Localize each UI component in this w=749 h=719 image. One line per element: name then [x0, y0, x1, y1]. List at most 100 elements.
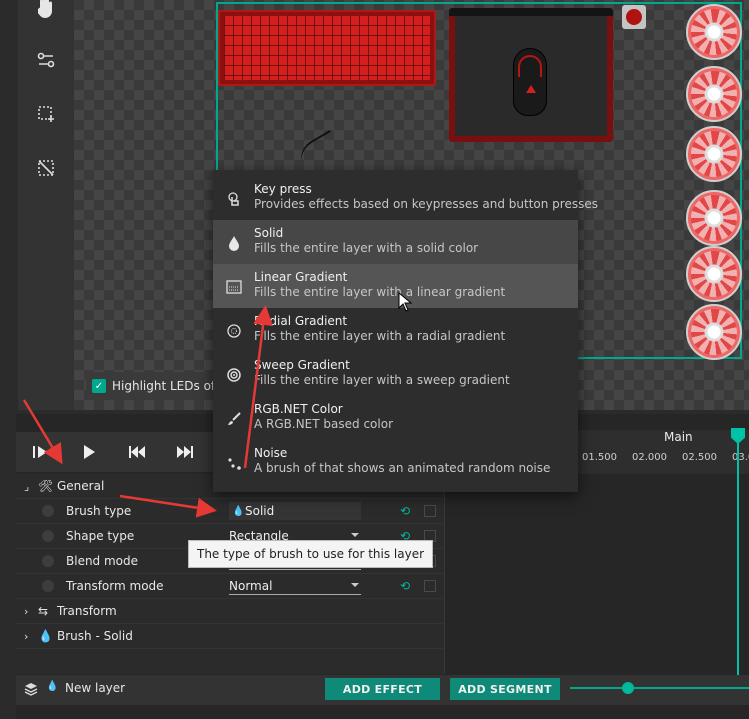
tools-icon: 🛠: [38, 479, 54, 493]
menu-item-title: Key press: [254, 182, 312, 196]
menu-item-description: Fills the entire layer with a linear gra…: [254, 285, 506, 299]
brush-type-menu: Key press Provides effects based on keyp…: [213, 170, 598, 492]
skip-to-start-icon[interactable]: [126, 442, 148, 462]
group-label: Brush - Solid: [57, 629, 133, 643]
reset-icon[interactable]: ⟲: [400, 504, 410, 518]
transform-mode-select[interactable]: Normal: [229, 577, 361, 595]
keyframe-track-area[interactable]: [444, 474, 749, 674]
brush-icon: [225, 410, 243, 428]
keyframe-toggle-icon[interactable]: [42, 580, 54, 592]
transform-mode-value: Normal: [229, 578, 273, 593]
menu-item-description: Fills the entire layer with a radial gra…: [254, 329, 506, 343]
menu-item-solid[interactable]: Solid Fills the entire layer with a soli…: [213, 220, 578, 264]
menu-item-title: RGB.NET Color: [254, 402, 343, 416]
property-row-brush-type: Brush type 💧 Solid ⟲: [16, 499, 444, 524]
reset-icon[interactable]: ⟲: [400, 579, 410, 593]
highlight-leds-checkbox[interactable]: ✓ Highlight LEDs of s: [86, 372, 232, 400]
droplet-icon: 💧: [46, 681, 59, 692]
transform-group-row[interactable]: › ⇆ Transform: [16, 599, 444, 624]
menu-item-sweep-gradient[interactable]: Sweep Gradient Fills the entire layer wi…: [213, 352, 578, 396]
menu-item-noise[interactable]: Noise A brush of that shows an animated …: [213, 440, 578, 484]
menu-item-title: Linear Gradient: [254, 270, 348, 284]
zoom-slider-thumb[interactable]: [622, 682, 634, 694]
corsair-logo-icon: [622, 5, 646, 29]
sweep-gradient-icon: [225, 366, 243, 384]
segment-label: Main: [664, 430, 693, 444]
group-label: General: [57, 479, 105, 493]
menu-item-title: Solid: [254, 226, 284, 240]
fan-device[interactable]: [686, 126, 742, 182]
mouse-cursor-icon: [398, 291, 413, 312]
group-label: Transform: [57, 604, 117, 618]
menu-item-description: Provides effects based on keypresses and…: [254, 197, 598, 211]
property-row-transform-mode: Transform mode Normal ⟲: [16, 574, 444, 599]
fan-device[interactable]: [686, 4, 742, 60]
brush-type-select[interactable]: 💧 Solid: [229, 502, 361, 520]
dropdown-arrow-icon: [351, 533, 359, 537]
deselect-rectangle-icon[interactable]: [32, 154, 60, 182]
zoom-slider[interactable]: [570, 687, 749, 689]
menu-item-description: Fills the entire layer with a solid colo…: [254, 241, 479, 255]
dropdown-arrow-icon: [351, 583, 359, 587]
select-rectangle-icon[interactable]: [32, 100, 60, 128]
menu-item-radial-gradient[interactable]: Radial Gradient Fills the entire layer w…: [213, 308, 578, 352]
playhead[interactable]: [737, 430, 739, 675]
fan-device[interactable]: [686, 304, 742, 360]
expand-caret-icon[interactable]: ⌟: [24, 480, 29, 493]
checkmark-icon: ✓: [92, 379, 106, 393]
menu-item-description: A RGB.NET based color: [254, 417, 393, 431]
tool-rail: [18, 0, 74, 410]
layer-name: New layer: [65, 681, 126, 695]
property-label: Blend mode: [66, 554, 139, 568]
property-label: Shape type: [66, 529, 135, 543]
menu-item-linear-gradient[interactable]: Linear Gradient Fills the entire layer w…: [213, 264, 578, 308]
ruler-tick: 02.500: [682, 452, 717, 463]
copy-icon[interactable]: [424, 580, 436, 592]
menu-item-title: Sweep Gradient: [254, 358, 350, 372]
selection-edit-icon[interactable]: [32, 46, 60, 74]
menu-item-rgbnet-color[interactable]: RGB.NET Color A RGB.NET based color: [213, 396, 578, 440]
ruler-tick: 02.000: [632, 452, 667, 463]
ruler-tick: 01.500: [582, 452, 617, 463]
fan-device[interactable]: [686, 246, 742, 302]
noise-icon: [225, 454, 243, 472]
menu-item-title: Radial Gradient: [254, 314, 348, 328]
add-segment-button[interactable]: ADD SEGMENT: [450, 678, 560, 700]
menu-item-description: A brush of that shows an animated random…: [254, 461, 551, 475]
touch-icon: [225, 190, 243, 208]
fan-device[interactable]: [686, 190, 742, 246]
menu-item-description: Fills the entire layer with a sweep grad…: [254, 373, 510, 387]
ruler-tick: 03.0: [732, 452, 749, 463]
keyframe-toggle-icon[interactable]: [42, 530, 54, 542]
mouse-device[interactable]: [513, 48, 547, 116]
menu-item-key-press[interactable]: Key press Provides effects based on keyp…: [213, 176, 598, 220]
copy-icon[interactable]: [424, 505, 436, 517]
droplet-icon: [225, 234, 243, 252]
keyframe-toggle-icon[interactable]: [42, 505, 54, 517]
keyboard-device[interactable]: [218, 10, 436, 86]
skip-to-end-icon[interactable]: [174, 442, 196, 462]
hand-tool-icon[interactable]: [32, 0, 60, 22]
expand-caret-icon[interactable]: ›: [24, 605, 28, 618]
menu-item-title: Noise: [254, 446, 288, 460]
transform-icon: ⇆: [38, 604, 49, 618]
droplet-icon: 💧: [38, 629, 53, 643]
brush-type-value: Solid: [245, 504, 275, 518]
droplet-icon: 💧: [232, 505, 245, 517]
property-label: Transform mode: [66, 579, 164, 593]
step-icon[interactable]: [30, 442, 52, 462]
brush-type-tooltip: The type of brush to use for this layer: [188, 540, 434, 568]
transport-controls: [16, 432, 214, 472]
expand-caret-icon[interactable]: ›: [24, 630, 28, 643]
add-effect-button[interactable]: ADD EFFECT: [325, 678, 440, 700]
fan-device[interactable]: [686, 66, 742, 122]
highlight-leds-label: Highlight LEDs of s: [112, 379, 226, 393]
property-label: Brush type: [66, 504, 132, 518]
keyframe-toggle-icon[interactable]: [42, 555, 54, 567]
radial-gradient-icon: [225, 322, 243, 340]
play-icon[interactable]: [78, 442, 100, 462]
layers-icon: [24, 682, 38, 699]
linear-gradient-icon: [225, 278, 243, 296]
window-edge: [0, 0, 16, 719]
brush-group-row[interactable]: › 💧 Brush - Solid: [16, 624, 444, 649]
